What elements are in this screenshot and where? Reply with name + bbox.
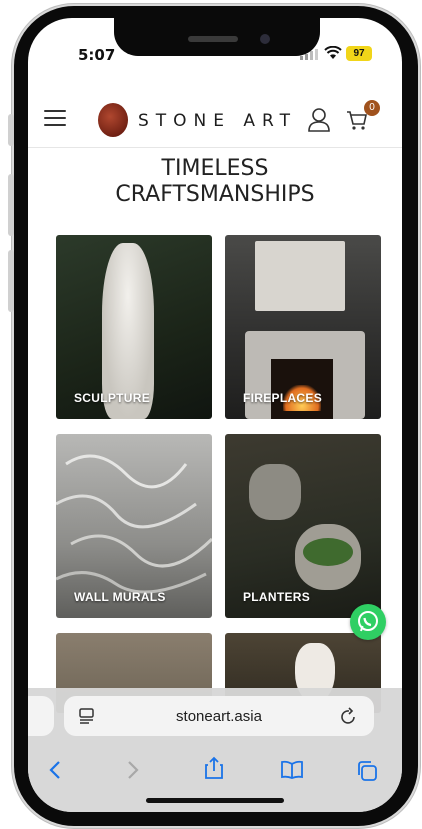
category-tile-sculpture[interactable]: SCULPTURE [56,235,212,419]
logo-icon[interactable] [98,103,128,137]
bookmarks-icon[interactable] [280,760,304,780]
logo-text[interactable]: STONE ART [138,111,297,131]
page-title: TIMELESS CRAFTSMANSHIPS [115,156,315,207]
category-label: SCULPTURE [74,391,151,405]
wifi-icon [324,46,342,59]
volume-down-button [8,250,14,312]
category-tile-planters[interactable]: PLANTERS [225,434,381,618]
browser-toolbar: stoneart.asia [28,688,402,812]
cart-icon[interactable] [346,110,368,130]
category-tile-wall-murals[interactable]: WALL MURALS [56,434,212,618]
share-icon[interactable] [204,756,224,780]
site-header: STONE ART 0 [28,92,402,148]
forward-icon[interactable] [126,760,140,780]
previous-tab-preview[interactable] [28,696,54,736]
volume-up-button [8,174,14,236]
address-bar[interactable]: stoneart.asia [64,696,374,736]
camera [260,34,270,44]
battery-badge: 97 [346,46,372,61]
reload-icon[interactable] [340,706,358,726]
silent-switch [8,114,14,146]
screen: 5:07 97 STONE ART 0 TIMELESS CRAFTSMANSH… [28,18,402,812]
url-text[interactable]: stoneart.asia [64,708,374,725]
whatsapp-icon [358,611,378,632]
notch [114,18,320,56]
menu-icon[interactable] [44,110,66,128]
tabs-icon[interactable] [356,760,378,782]
category-label: WALL MURALS [74,590,166,604]
home-indicator [146,798,284,803]
planter-foliage [303,538,353,566]
fireplace-panel-image [255,241,345,311]
category-tile-fireplaces[interactable]: FIREPLACES [225,235,381,419]
speaker [188,36,238,42]
status-time: 5:07 [78,46,116,64]
whatsapp-button[interactable] [350,604,386,640]
category-label: PLANTERS [243,590,311,604]
cart-count-badge: 0 [364,100,380,116]
planter-pot-image [249,464,301,520]
category-label: FIREPLACES [243,391,323,405]
back-icon[interactable] [48,760,62,780]
user-icon[interactable] [308,108,330,132]
